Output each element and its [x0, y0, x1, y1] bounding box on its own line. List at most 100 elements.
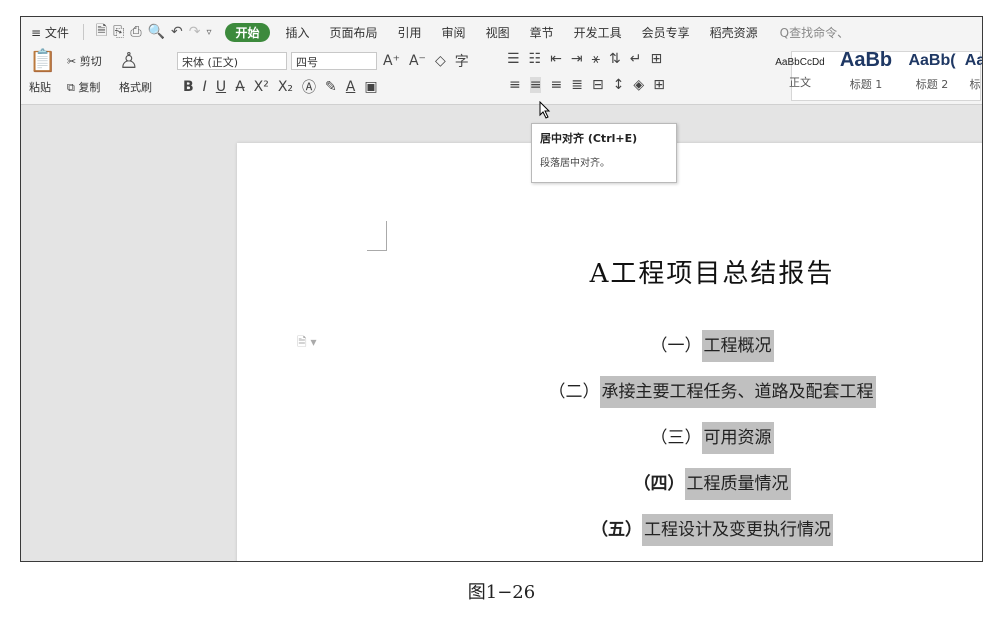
save-icon[interactable]: 🗎 — [96, 20, 107, 44]
italic-icon[interactable]: I — [203, 79, 207, 95]
increase-indent-icon[interactable]: ⇥ — [571, 51, 583, 67]
tab-view[interactable]: 视图 — [476, 24, 520, 41]
tab-review[interactable]: 审阅 — [432, 24, 476, 41]
underline-icon[interactable]: U — [216, 79, 226, 95]
phonetic-guide-icon[interactable]: 字 — [455, 51, 469, 71]
clear-format-icon[interactable]: ◇ — [435, 53, 446, 69]
subscript-icon[interactable]: X₂ — [278, 79, 293, 95]
copy-label: 复制 — [78, 81, 101, 94]
list-item-text: 工程概况 — [701, 330, 774, 362]
line-spacing-icon[interactable]: ↕ — [613, 77, 625, 93]
chinese-layout-icon[interactable]: ⚹ — [592, 51, 600, 67]
table-icon[interactable]: ⊞ — [650, 51, 662, 67]
tab-docer-resources[interactable]: 稻壳资源 — [700, 24, 768, 41]
format-painter-icon: ♙ — [119, 49, 139, 74]
decrease-indent-icon[interactable]: ⇤ — [550, 51, 562, 67]
shading-icon[interactable]: ◈ — [633, 77, 644, 93]
export-icon[interactable]: ⎘ — [113, 24, 124, 40]
list-item: （三） 可用资源 — [237, 422, 982, 454]
document-page[interactable]: 🗎 ▾ A工程项目总结报告 （一） 工程概况 （二） 承接主要工程任务、道路及配套工… — [237, 143, 982, 561]
customize-icon[interactable]: ▿ — [206, 27, 211, 38]
font-size-tools: A⁺ A⁻ ◇ 字 — [383, 51, 469, 71]
list-item-prefix: （四） — [633, 474, 685, 494]
list-item: （二） 承接主要工程任务、道路及配套工程 — [237, 376, 982, 408]
style-caption: 正文 — [789, 76, 811, 89]
list-tools: ☰ ☷ ⇤ ⇥ ⚹ ⇅ ↵ ⊞ — [507, 51, 662, 67]
numbered-list-icon[interactable]: ☷ — [529, 51, 542, 67]
list-item-text: 工程质量情况 — [684, 468, 791, 500]
style-heading-2[interactable]: AaBb( 标题 2 — [901, 49, 963, 92]
tooltip-title: 居中对齐 (Ctrl+E) — [540, 132, 638, 145]
font-name-value: 宋体 (正文) — [182, 56, 239, 69]
align-right-icon[interactable]: ≡ — [550, 77, 562, 93]
redo-icon[interactable]: ↷ — [189, 24, 201, 40]
style-sample: AaBb — [839, 49, 893, 71]
list-item: （一） 工程概况 — [237, 330, 982, 362]
paste-label: 粘贴 — [29, 81, 51, 94]
list-item-prefix: （三） — [650, 428, 702, 448]
tab-developer[interactable]: 开发工具 — [564, 24, 632, 41]
bullet-list-icon[interactable]: ☰ — [507, 51, 520, 67]
style-sample: AaBbCcDd — [775, 57, 825, 68]
style-caption: 标题 1 — [849, 78, 883, 91]
cut-button[interactable]: ✂ 剪切 — [67, 53, 102, 69]
tab-section[interactable]: 章节 — [520, 24, 564, 41]
bold-icon[interactable]: B — [183, 79, 194, 95]
format-painter-button[interactable]: ♙ 格式刷 — [119, 51, 152, 95]
grow-font-icon[interactable]: A⁺ — [383, 53, 400, 69]
scissors-icon: ✂ — [67, 55, 77, 68]
char-border-icon[interactable]: ▣ — [364, 79, 377, 95]
format-painter-label: 格式刷 — [119, 81, 152, 94]
style-heading-3[interactable]: Aa 标 — [963, 49, 982, 92]
divider — [82, 24, 84, 40]
print-preview-icon[interactable]: 🔍 — [148, 24, 165, 40]
tooltip-description: 段落居中对齐。 — [540, 158, 610, 169]
sort-icon[interactable]: ⇅ — [609, 51, 621, 67]
borders-icon[interactable]: ⊞ — [653, 77, 665, 93]
command-search-input[interactable]: Q查找命令、 — [768, 24, 849, 41]
app-window: ≡ 文件 🗎 ⎘ ⎙ 🔍 ↶ ↷ ▿ 开始 插入 页面布局 引用 审阅 视图 章… — [20, 16, 983, 562]
font-size-select[interactable]: 四号 — [291, 52, 377, 70]
tab-home[interactable]: 开始 — [225, 22, 270, 42]
font-name-select[interactable]: 宋体 (正文) — [177, 52, 287, 70]
font-style-tools: B I U A̶ X² X₂ Ⓐ ✎ A ▣ — [183, 77, 378, 97]
list-item: （五） 工程设计及变更执行情况 — [237, 514, 982, 546]
list-item-text: 工程设计及变更执行情况 — [642, 514, 833, 546]
superscript-icon[interactable]: X² — [254, 79, 269, 95]
figure-caption: 图1−26 — [467, 582, 536, 603]
style-sample: AaBb( — [908, 52, 956, 69]
copy-button[interactable]: ⧉ 复制 — [67, 79, 100, 95]
cut-label: 剪切 — [79, 55, 102, 68]
paste-button[interactable]: 📋 粘贴 — [29, 51, 56, 95]
style-heading-1[interactable]: AaBb 标题 1 — [831, 49, 901, 92]
quick-access-toolbar: 🗎 ⎘ ⎙ 🔍 ↶ ↷ ▿ — [88, 20, 220, 44]
show-marks-icon[interactable]: ↵ — [630, 51, 642, 67]
align-left-icon[interactable]: ≡ — [509, 77, 521, 93]
alignment-tools: ≡ ≡ ≡ ≣ ⊟ ↕ ◈ ⊞ — [509, 77, 665, 93]
style-caption: 标 — [969, 78, 981, 91]
tab-references[interactable]: 引用 — [388, 24, 432, 41]
font-color-icon[interactable]: A — [346, 79, 356, 95]
text-effect-icon[interactable]: Ⓐ — [302, 77, 316, 97]
shrink-font-icon[interactable]: A⁻ — [409, 53, 426, 69]
undo-icon[interactable]: ↶ — [171, 24, 183, 40]
style-normal[interactable]: AaBbCcDd 正文 — [765, 49, 835, 90]
tab-insert[interactable]: 插入 — [276, 24, 320, 41]
list-item-text: 承接主要工程任务、道路及配套工程 — [599, 376, 876, 408]
list-item-prefix: （二） — [548, 382, 600, 402]
distribute-icon[interactable]: ⊟ — [592, 77, 604, 93]
justify-icon[interactable]: ≣ — [571, 77, 583, 93]
align-center-icon[interactable]: ≡ — [529, 77, 542, 93]
highlight-icon[interactable]: ✎ — [325, 79, 337, 95]
copy-icon: ⧉ — [67, 81, 75, 94]
style-sample: Aa — [964, 52, 982, 69]
print-icon[interactable]: ⎙ — [130, 24, 141, 40]
font-size-value: 四号 — [296, 56, 318, 69]
margin-corner-mark — [367, 221, 387, 251]
list-item-prefix: （五） — [591, 520, 642, 540]
tab-membership[interactable]: 会员专享 — [632, 24, 700, 41]
tab-page-layout[interactable]: 页面布局 — [320, 24, 388, 41]
strikethrough-icon[interactable]: A̶ — [235, 79, 245, 95]
file-menu[interactable]: ≡ 文件 — [21, 24, 79, 41]
mouse-pointer-icon — [539, 100, 551, 123]
